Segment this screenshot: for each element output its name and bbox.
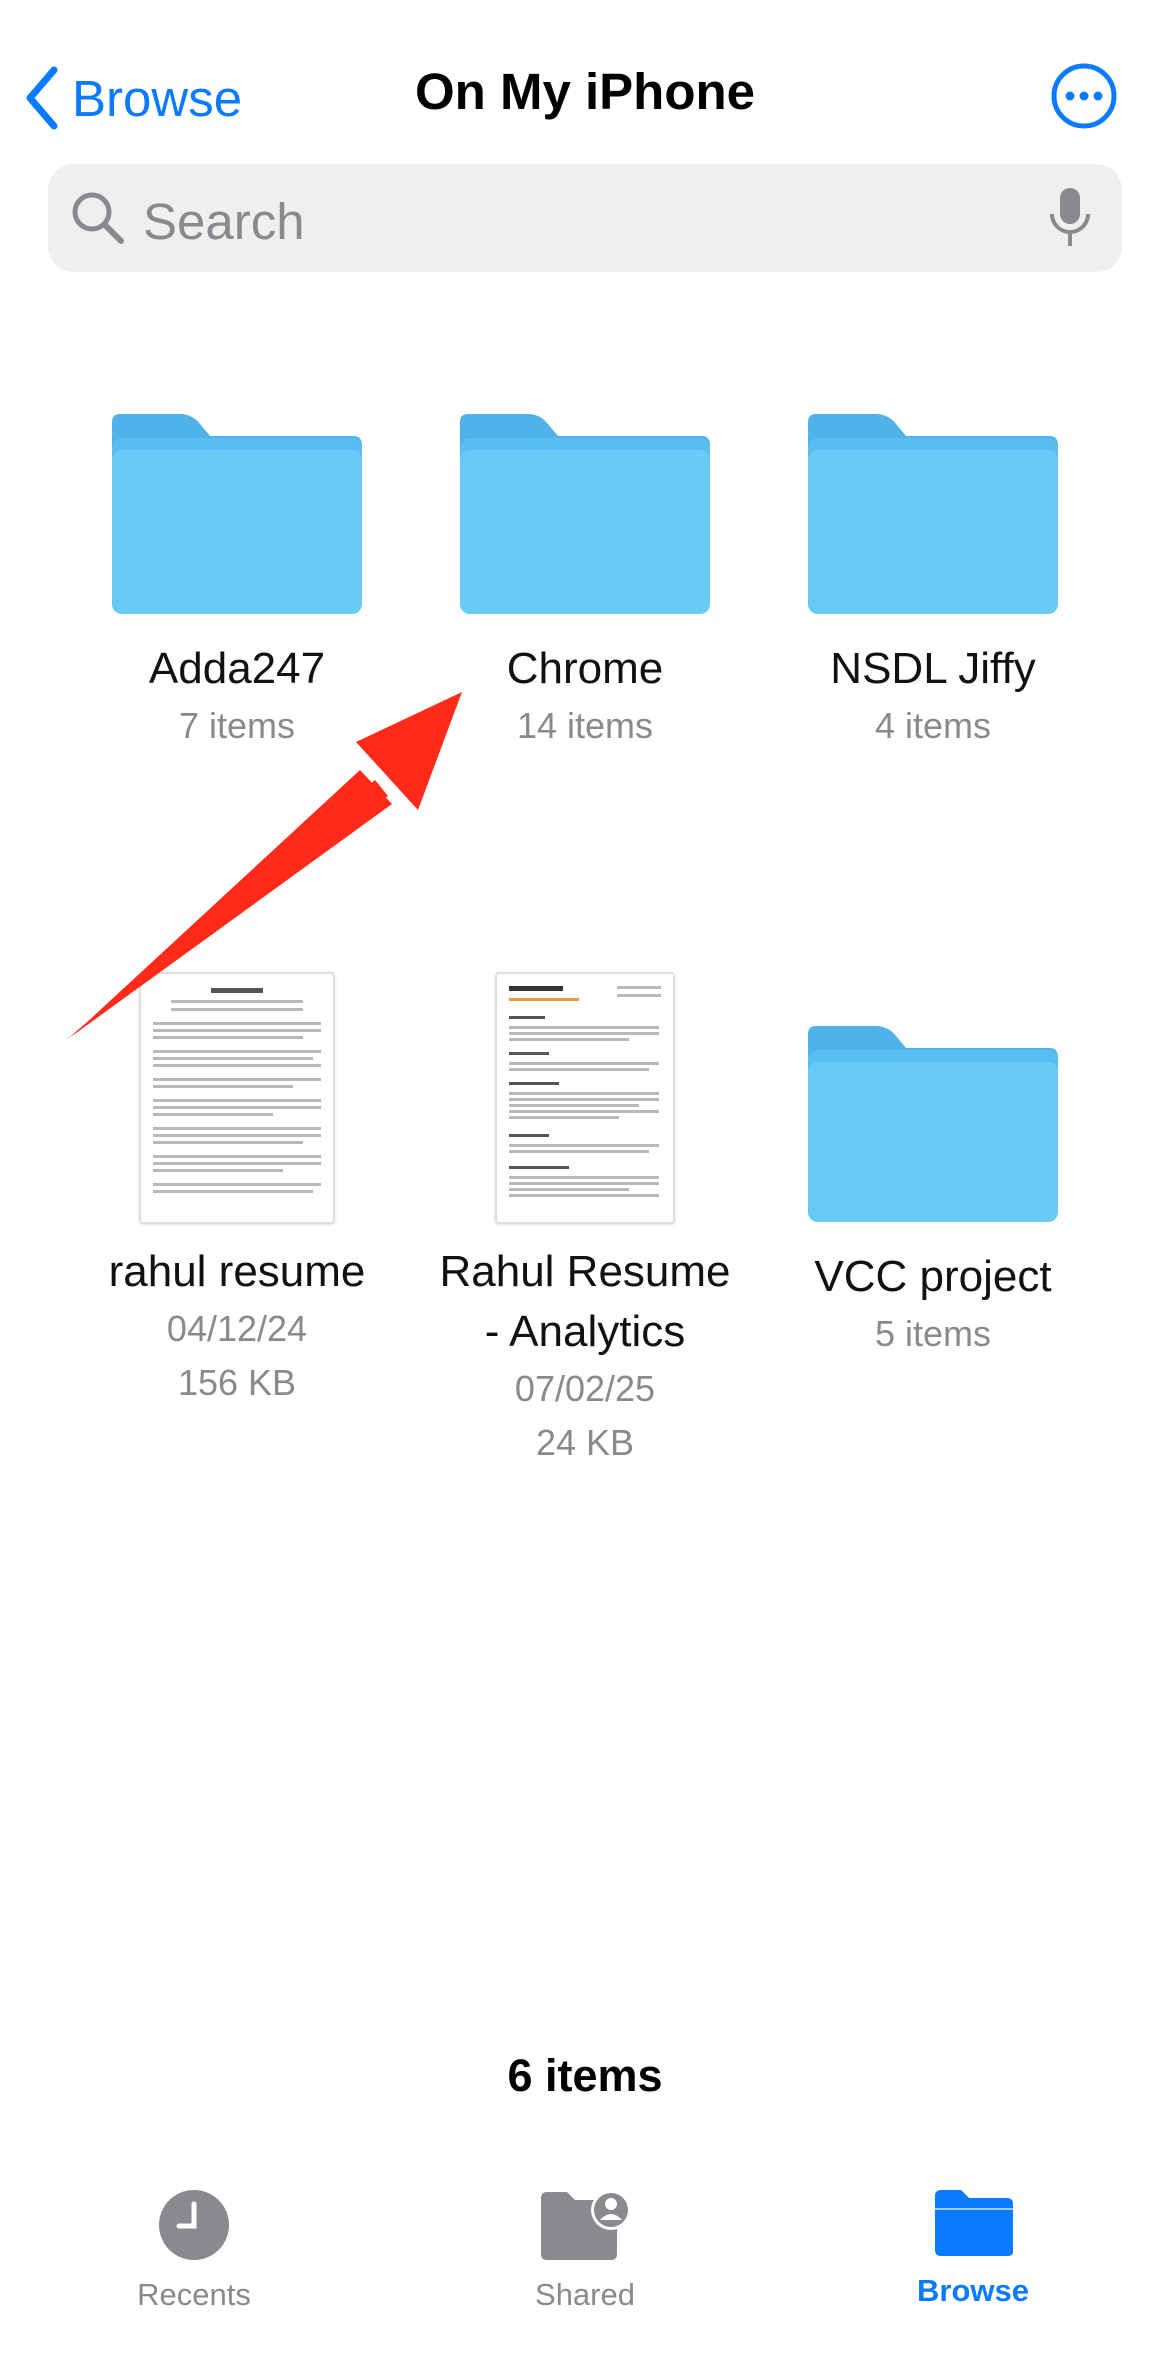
- item-detail: 5 items: [874, 1313, 992, 1354]
- item-size: 24 KB: [535, 1422, 635, 1463]
- folder-item-chrome[interactable]: Chrome 14 items: [420, 412, 750, 753]
- item-detail: 14 items: [516, 705, 654, 746]
- item-name: rahul resume: [108, 1247, 366, 1296]
- search-placeholder: Search: [143, 193, 305, 250]
- tab-bar: Recents Shared Browse: [0, 2160, 1170, 2353]
- tab-label: Shared: [535, 2277, 635, 2312]
- folder-icon: [808, 1026, 1058, 1222]
- clock-icon: [159, 2190, 229, 2260]
- item-detail: 7 items: [178, 705, 296, 746]
- folder-item-adda247[interactable]: Adda247 7 items: [72, 412, 402, 753]
- tab-shared[interactable]: Shared: [455, 2188, 715, 2313]
- tab-recents[interactable]: Recents: [64, 2188, 324, 2313]
- file-item-rahul-resume-analytics[interactable]: Rahul Resume - Analytics 07/02/25 24 KB: [420, 972, 750, 1470]
- search-field[interactable]: Search: [48, 164, 1122, 272]
- item-date: 07/02/25: [514, 1368, 656, 1409]
- search-icon: [72, 192, 124, 244]
- file-item-rahul-resume[interactable]: rahul resume 04/12/24 156 KB: [72, 972, 402, 1410]
- item-name: Adda247: [148, 644, 326, 693]
- folder-item-nsdl-jiffy[interactable]: NSDL Jiffy 4 items: [768, 412, 1098, 753]
- tab-label: Recents: [137, 2277, 251, 2312]
- item-name: Chrome: [506, 644, 664, 693]
- shared-folder-icon: [541, 2190, 631, 2260]
- document-thumbnail: [495, 972, 675, 1224]
- folder-icon: [935, 2190, 1013, 2256]
- item-name: VCC project: [814, 1252, 1052, 1301]
- folder-item-vcc-project[interactable]: VCC project 5 items: [768, 1024, 1098, 1361]
- item-detail: 4 items: [874, 705, 992, 746]
- page-title: On My iPhone: [414, 63, 756, 120]
- item-date: 04/12/24: [166, 1308, 308, 1349]
- item-name-line2: - Analytics: [484, 1307, 686, 1356]
- item-size: 156 KB: [177, 1362, 297, 1403]
- folder-icon: [460, 414, 710, 614]
- folder-icon: [808, 414, 1058, 614]
- tab-label: Browse: [917, 2273, 1029, 2308]
- item-count: 6 items: [507, 2050, 663, 2101]
- item-name: NSDL Jiffy: [830, 644, 1036, 693]
- more-options-button[interactable]: [1050, 62, 1118, 130]
- item-name-line1: Rahul Resume: [439, 1247, 731, 1296]
- folder-icon: [112, 414, 362, 614]
- document-thumbnail: [139, 972, 335, 1224]
- tab-browse[interactable]: Browse: [843, 2188, 1103, 2309]
- ellipsis-circle-icon: [1051, 63, 1117, 129]
- microphone-icon[interactable]: [1048, 186, 1092, 250]
